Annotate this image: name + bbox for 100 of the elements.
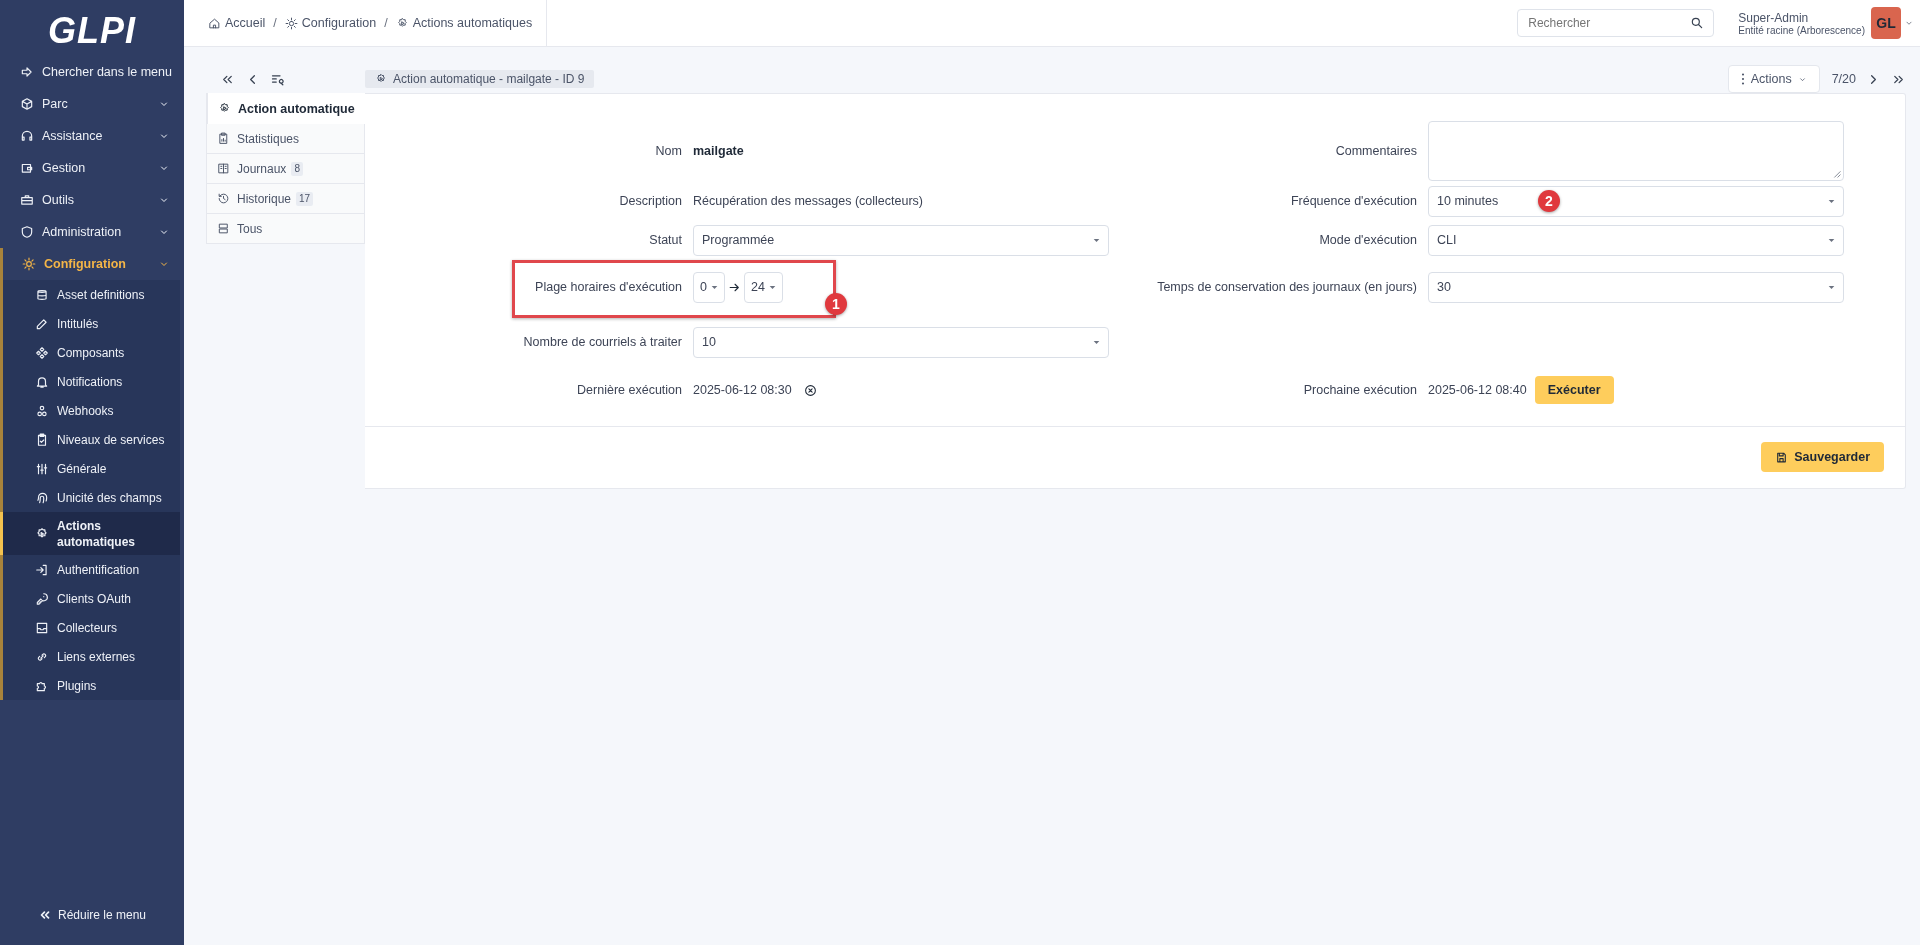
menu-item[interactable]: Administration [0, 216, 184, 248]
shield-icon [20, 225, 34, 239]
date-time-value: 2025-06-12 08:40 [1428, 383, 1527, 397]
field-label: Plage horaires d'exécution [534, 280, 682, 294]
hour-select[interactable]: 24 [743, 271, 783, 303]
run-button[interactable]: Exécuter [1534, 376, 1614, 404]
menu-search-link[interactable]: Chercher dans le menu [0, 56, 184, 88]
search-field[interactable]: Rechercher [1517, 9, 1715, 37]
submenu-item[interactable]: Intitulés [3, 309, 180, 338]
caret-icon [1828, 198, 1835, 204]
search-icon[interactable] [1690, 16, 1705, 30]
inbox-icon [35, 620, 49, 635]
actions-button[interactable]: Actions [1727, 65, 1820, 93]
select-field[interactable]: 10 [693, 326, 1109, 358]
clipboard-chart-icon [217, 132, 230, 145]
tab[interactable]: Historique 17 [206, 184, 365, 214]
date-time-value: 2025-06-12 08:30 [693, 383, 792, 397]
key-icon [35, 591, 49, 606]
field-label: Dernière exécution [576, 383, 682, 397]
select-field[interactable]: 30 [1428, 271, 1844, 303]
hour-select[interactable]: 0 [693, 271, 725, 303]
field-label: Nom [654, 144, 682, 158]
breadcrumb-link[interactable]: Actions automatiques [395, 16, 533, 30]
field-label: Temps de conservation des journaux (en jours) [1156, 280, 1417, 294]
submenu-item[interactable]: Générale [3, 454, 180, 483]
clipboard-icon [35, 432, 49, 447]
resize-grip-icon [1833, 170, 1841, 178]
entity-name[interactable]: Entité racine (Arborescence) [1738, 24, 1865, 36]
user-avatar[interactable]: GL [1871, 7, 1901, 39]
caret-icon [1828, 284, 1835, 290]
field-label: Fréquence d'exécution [1289, 194, 1417, 208]
menu-item[interactable]: Configuration [3, 248, 184, 280]
briefcase-icon [20, 193, 34, 207]
breadcrumb-link[interactable]: Accueil [208, 16, 266, 30]
count-badge: 17 [296, 191, 314, 206]
field-label: Statut [648, 233, 682, 247]
dots-icon [1740, 73, 1745, 85]
menu-item[interactable]: Assistance [0, 120, 184, 152]
breadcrumb-separator: / [273, 16, 277, 30]
diamonds-icon [35, 345, 49, 360]
caret-icon [1093, 339, 1100, 345]
select-field[interactable]: CLI [1428, 224, 1844, 256]
submenu-item[interactable]: Collecteurs [3, 613, 180, 642]
save-button[interactable]: Sauvegarder [1761, 442, 1884, 472]
tab[interactable]: Action automatique [206, 93, 365, 124]
home-icon [208, 16, 221, 30]
tab[interactable]: Statistiques [206, 124, 365, 154]
select-field[interactable]: Programmée [693, 224, 1109, 256]
caret-icon [768, 284, 776, 290]
cube-icon [20, 97, 34, 111]
submenu-item[interactable]: Webhooks [3, 396, 180, 425]
history-icon [217, 192, 230, 205]
database-icon [35, 287, 49, 302]
headset-icon [20, 129, 34, 143]
record-position: 7/20 [1831, 72, 1856, 86]
collapse-menu-button[interactable]: Réduire le menu [0, 900, 184, 930]
menu-item[interactable]: Gestion [0, 152, 184, 184]
number-badge: 2 [1538, 190, 1560, 212]
pencil-icon [35, 316, 49, 331]
tab[interactable]: Journaux 8 [206, 154, 365, 184]
menu-item[interactable]: Outils [0, 184, 184, 216]
tab[interactable]: Tous [206, 214, 365, 244]
field-label: Mode d'exécution [1318, 233, 1417, 247]
submenu-item[interactable]: Clients OAuth [3, 584, 180, 613]
field-value: Récupération des messages (collecteurs) [693, 194, 923, 208]
book-icon [217, 162, 230, 175]
caret-icon [710, 284, 718, 290]
submenu-item[interactable]: Liens externes [3, 642, 180, 671]
webhook-icon [35, 403, 49, 418]
arrow-icon [20, 65, 34, 79]
logo[interactable]: GLPI [48, 10, 136, 52]
record-title: Action automatique - mailgate - ID 9 [365, 70, 595, 88]
submenu-item[interactable]: Plugins [3, 671, 180, 700]
number-badge: 1 [825, 293, 847, 315]
field-label: Commentaires [1334, 144, 1417, 158]
login-icon [35, 562, 49, 577]
field-value: mailgate [693, 144, 744, 158]
submenu-item[interactable]: Asset definitions [3, 280, 180, 309]
clear-icon[interactable] [803, 383, 817, 397]
breadcrumb-separator: / [384, 16, 388, 30]
stack-icon [217, 222, 230, 235]
submenu-item[interactable]: Actions automatiques [3, 512, 180, 555]
submenu-item[interactable]: Unicité des champs [3, 483, 180, 512]
bell-icon [35, 374, 49, 389]
field-label: Nombre de courriels à traiter [522, 335, 682, 349]
field-label: Prochaine exécution [1302, 383, 1417, 397]
caret-icon [1828, 237, 1835, 243]
fingerprint-icon [35, 490, 49, 505]
user-name[interactable]: Super-Admin [1738, 10, 1865, 25]
submenu-item[interactable]: Niveaux de services [3, 425, 180, 454]
count-badge: 8 [291, 161, 303, 176]
wallet-icon [20, 161, 34, 175]
caret-icon [1093, 237, 1100, 243]
submenu-item[interactable]: Composants [3, 338, 180, 367]
menu-item[interactable]: Parc [0, 88, 184, 120]
breadcrumb-link[interactable]: Configuration [284, 16, 377, 30]
field-label: Description [618, 194, 682, 208]
sliders-icon [35, 461, 49, 476]
submenu-item[interactable]: Authentification [3, 555, 180, 584]
submenu-item[interactable]: Notifications [3, 367, 180, 396]
